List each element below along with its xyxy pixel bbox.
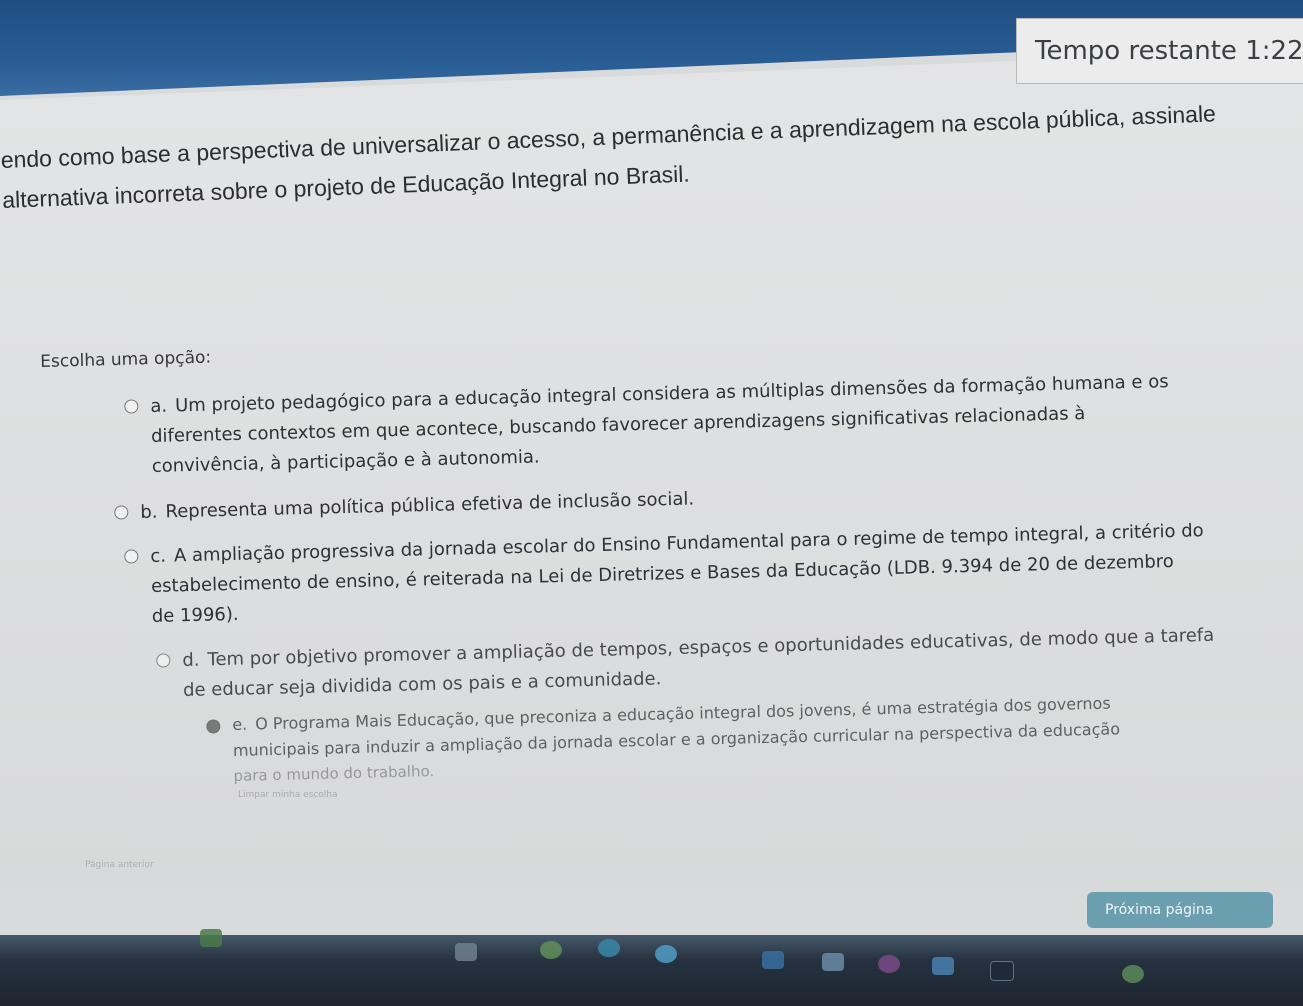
timer-box: Tempo restante 1:22 xyxy=(1016,18,1303,84)
store-icon[interactable] xyxy=(762,951,784,969)
option-letter: c. xyxy=(150,545,167,567)
photos-icon[interactable] xyxy=(822,953,844,971)
browser-icon[interactable] xyxy=(200,929,222,947)
previous-page-link[interactable]: Página anterior xyxy=(85,860,154,870)
timer-label: Tempo restante xyxy=(1035,36,1237,66)
option-letter: b. xyxy=(140,501,158,523)
option-letter: e. xyxy=(232,714,248,734)
clear-choice-link[interactable]: Limpar minha escolha xyxy=(238,790,338,800)
option-letter: d. xyxy=(182,649,200,671)
tray-volume-icon[interactable] xyxy=(1122,965,1144,983)
edge-icon[interactable] xyxy=(598,939,620,957)
file-explorer-icon[interactable] xyxy=(455,943,477,961)
timer-value: 1:22 xyxy=(1245,36,1303,66)
option-letter: a. xyxy=(150,395,168,417)
taskbar xyxy=(0,929,1303,1006)
tray-network-icon[interactable] xyxy=(990,961,1014,981)
mail-icon[interactable] xyxy=(655,945,677,963)
chrome-icon[interactable] xyxy=(540,941,562,959)
next-page-button[interactable]: Próxima página xyxy=(1087,892,1273,928)
terminal-icon[interactable] xyxy=(932,957,954,975)
media-icon[interactable] xyxy=(878,955,900,973)
